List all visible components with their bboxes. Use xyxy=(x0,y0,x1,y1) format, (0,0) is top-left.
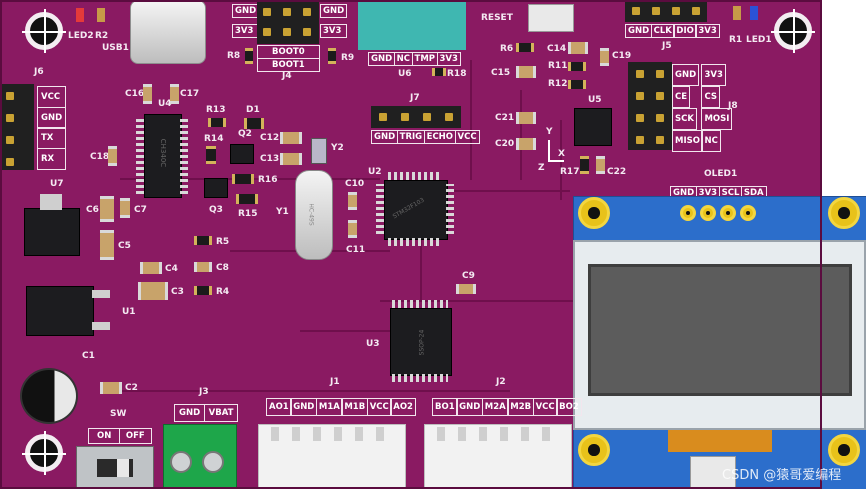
pcb-edge xyxy=(0,0,822,489)
oled-mount-hole xyxy=(828,434,860,466)
oled-mount-hole xyxy=(828,197,860,229)
watermark-text: CSDN @猿哥爱编程 xyxy=(722,468,842,483)
pcb-render: LED2 R2 USB1 GND 3V3 GND 3V3 BOOT0 BOOT1… xyxy=(0,0,866,489)
